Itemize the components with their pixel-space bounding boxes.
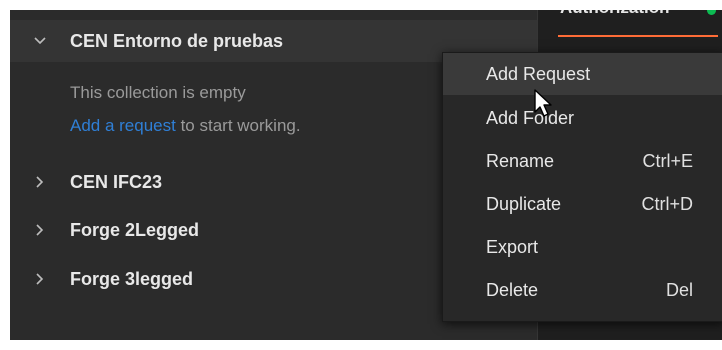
mouse-pointer-icon [533,88,555,123]
menu-item-label: Add Folder [486,107,575,128]
active-tab-indicator [558,35,718,37]
empty-collection-suffix: to start working. [175,116,301,135]
menu-item-duplicate[interactable]: Duplicate Ctrl+D [443,183,722,225]
menu-item-shortcut: Ctrl+D [641,193,693,214]
menu-item-label: Export [486,236,539,257]
menu-item-label: Duplicate [486,193,562,214]
menu-item-delete[interactable]: Delete Del [443,269,722,311]
chevron-right-icon[interactable] [34,176,46,188]
collection-context-menu: Add Request Add Folder Rename Ctrl+E Dup… [442,52,722,322]
menu-item-add-folder[interactable]: Add Folder [443,97,722,139]
empty-collection-message: This collection is empty [70,83,246,102]
collection-name: Forge 2Legged [70,219,200,240]
menu-item-add-request[interactable]: Add Request [443,53,722,95]
chevron-right-icon[interactable] [34,224,46,236]
chevron-down-icon[interactable] [34,35,46,47]
empty-collection-hint: Add a request to start working. [70,116,301,136]
chevron-right-icon[interactable] [34,273,46,285]
menu-item-shortcut: Ctrl+E [642,150,693,171]
menu-item-export[interactable]: Export [443,226,722,268]
status-dot-icon [707,10,716,15]
menu-item-label: Delete [486,279,539,300]
menu-item-label: Rename [486,150,555,171]
collection-name: CEN IFC23 [70,171,163,192]
app-window: CEN Entorno de pruebas This collection i… [10,10,722,340]
menu-item-shortcut: Del [665,279,693,300]
collection-name: Forge 3legged [70,268,194,289]
collection-name: CEN Entorno de pruebas [70,30,284,51]
add-request-link[interactable]: Add a request [70,116,176,135]
tab-authorization[interactable]: Authorization [560,10,670,18]
menu-item-label: Add Request [486,63,591,84]
menu-item-rename[interactable]: Rename Ctrl+E [443,140,722,182]
